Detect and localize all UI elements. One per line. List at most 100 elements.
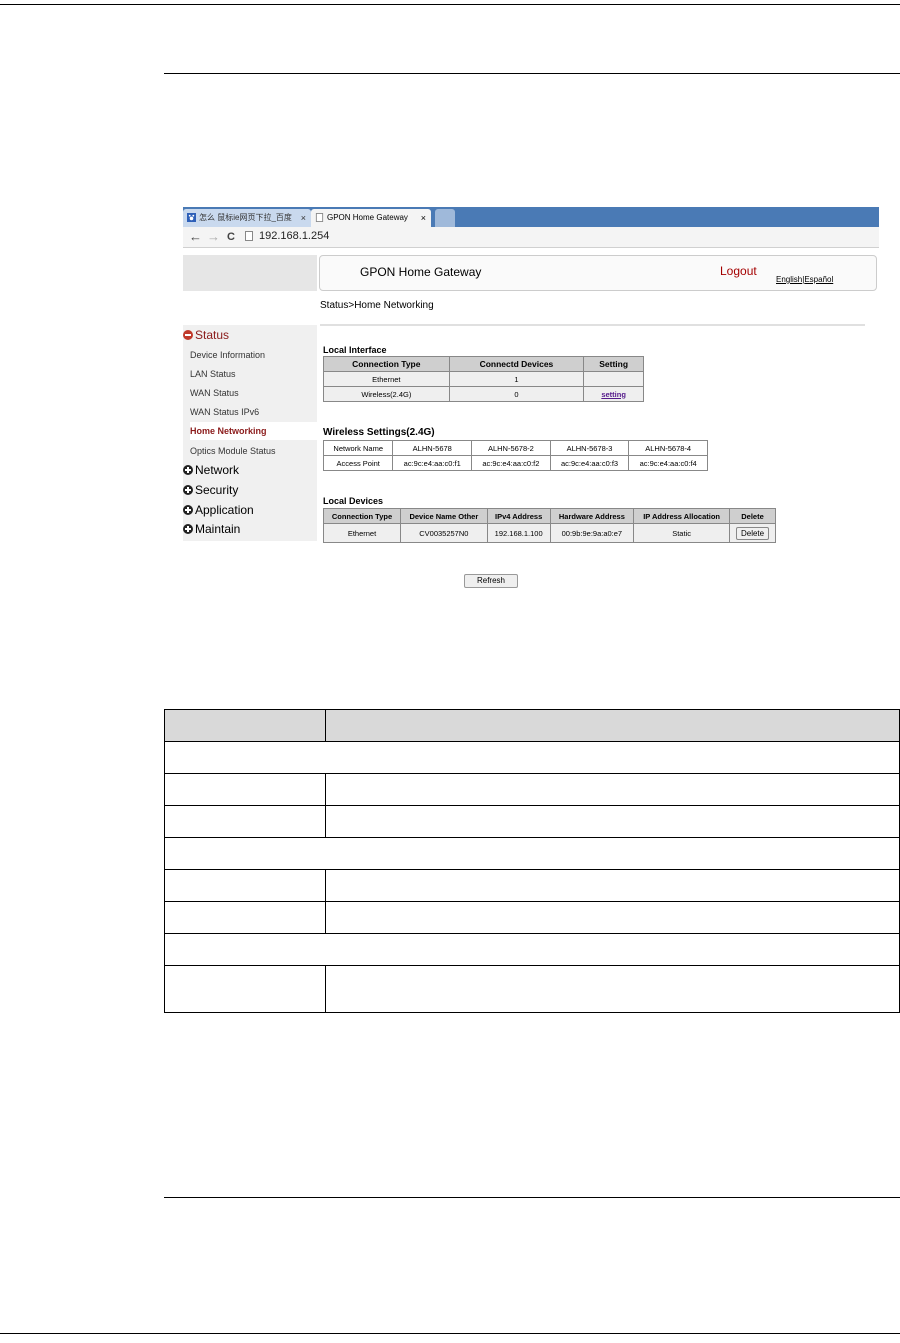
cell: Wireless(2.4G) [323, 386, 450, 402]
gateway-screenshot: 怎么 鼠标ie网页下拉_百度 × GPON Home Gateway × ← →… [183, 207, 879, 602]
tab-label: 怎么 鼠标ie网页下拉_百度 [199, 213, 292, 222]
table-row: Wireless(2.4G) 0 setting [323, 386, 644, 402]
menu-maintain-label: Maintain [195, 522, 241, 536]
col-hardware-address: Hardware Address [549, 508, 635, 524]
collapse-icon [183, 330, 193, 340]
cell: 0 [448, 386, 585, 402]
expand-icon [183, 485, 193, 495]
tab-close-icon[interactable]: × [301, 209, 306, 227]
cell: Access Point [322, 455, 394, 471]
tab-gpon[interactable]: GPON Home Gateway × [311, 209, 431, 227]
menu-application[interactable]: Application [183, 501, 254, 519]
col-ipv4-address: IPv4 Address [486, 508, 551, 524]
col-device-name: Device Name Other [399, 508, 488, 524]
table-row [164, 933, 900, 966]
cell [583, 371, 644, 387]
menu-security[interactable]: Security [183, 481, 238, 499]
cell [164, 901, 326, 934]
menu-status[interactable]: Status [183, 326, 229, 344]
bottom-rule [0, 1333, 900, 1334]
delete-button[interactable]: Delete [735, 526, 770, 540]
cell: 00:9b:9e:9a:a0:e7 [549, 523, 635, 543]
group-cell [164, 741, 900, 774]
menu-optics-module-status[interactable]: Optics Module Status [190, 442, 276, 460]
language-links: English|Español [776, 275, 833, 284]
cell: 192.168.1.100 [486, 523, 551, 543]
baidu-paw-icon [187, 213, 196, 222]
new-tab-button[interactable] [435, 209, 455, 227]
table-row [164, 773, 900, 806]
forward-arrow-icon[interactable]: → [207, 229, 220, 245]
cell: ac:9c:e4:aa:c0:f3 [549, 455, 630, 471]
gateway-header: GPON Home Gateway Logout English|Español [319, 255, 877, 291]
menu-device-information[interactable]: Device Information [190, 346, 265, 364]
menu-wan-status-ipv6[interactable]: WAN Status IPv6 [190, 403, 259, 421]
menu-application-label: Application [195, 503, 254, 517]
gateway-title: GPON Home Gateway [360, 265, 482, 279]
document-table [164, 709, 900, 1013]
content-divider [320, 324, 865, 326]
expand-icon [183, 505, 193, 515]
menu-network-label: Network [195, 463, 240, 477]
col-ip-allocation: IP Address Allocation [633, 508, 731, 524]
cell: ALHN-5678-4 [628, 440, 708, 456]
cell: Ethernet [323, 371, 450, 387]
table-header-row: Connection Type Device Name Other IPv4 A… [323, 508, 776, 524]
setting-link[interactable]: setting [601, 390, 626, 399]
cell [325, 773, 900, 806]
cell: 1 [448, 371, 585, 387]
header-rule [164, 73, 900, 74]
menu-maintain[interactable]: Maintain [183, 520, 240, 538]
col-connection-type: Connection Type [323, 356, 450, 372]
wireless-settings-title: Wireless Settings(2.4G) [323, 427, 435, 438]
cell: ac:9c:e4:aa:c0:f1 [392, 455, 473, 471]
tab-label: GPON Home Gateway [327, 213, 408, 222]
cell: CV0035257N0 [399, 523, 488, 543]
menu-network[interactable]: Network [183, 461, 239, 479]
wireless-settings-table: Network Name ALHN-5678 ALHN-5678-2 ALHN-… [322, 440, 708, 471]
table-row: Access Point ac:9c:e4:aa:c0:f1 ac:9c:e4:… [322, 455, 708, 471]
table-row [164, 869, 900, 902]
cell: ALHN-5678-3 [549, 440, 630, 456]
tab-close-icon[interactable]: × [421, 209, 426, 227]
cell: ac:9c:e4:aa:c0:f4 [628, 455, 708, 471]
cell [325, 901, 900, 934]
address-bar: ← → C 192.168.1.254 [183, 227, 879, 248]
cell [164, 965, 326, 1013]
cell: Static [633, 523, 731, 543]
reload-icon[interactable]: C [227, 229, 235, 245]
menu-security-label: Security [195, 483, 239, 497]
menu-home-networking[interactable]: Home Networking [190, 422, 317, 440]
cell [164, 869, 326, 902]
cell [325, 805, 900, 838]
cell: Network Name [322, 440, 394, 456]
header-cell [164, 709, 326, 742]
table-row [164, 901, 900, 934]
table-header-row: Connection Type Connectd Devices Setting [323, 356, 644, 372]
header-cell [325, 709, 900, 742]
table-row [164, 965, 900, 1013]
tab-baidu[interactable]: 怎么 鼠标ie网页下拉_百度 × [183, 209, 311, 227]
local-interface-title: Local Interface [323, 345, 387, 355]
expand-icon [183, 524, 193, 534]
table-row: Ethernet CV0035257N0 192.168.1.100 00:9b… [323, 523, 776, 543]
menu-wan-status[interactable]: WAN Status [190, 384, 239, 402]
local-interface-table: Connection Type Connectd Devices Setting… [323, 356, 644, 402]
lang-english-link[interactable]: English [776, 275, 802, 284]
refresh-button[interactable]: Refresh [464, 574, 518, 588]
sidebar-header [183, 255, 317, 291]
menu-lan-status[interactable]: LAN Status [190, 365, 236, 383]
table-row [164, 837, 900, 870]
lang-espanol-link[interactable]: Español [804, 275, 833, 284]
browser-tab-bar: 怎么 鼠标ie网页下拉_百度 × GPON Home Gateway × [183, 207, 879, 227]
col-setting: Setting [583, 356, 644, 372]
cell [164, 805, 326, 838]
back-arrow-icon[interactable]: ← [189, 229, 202, 245]
top-rule [0, 4, 900, 5]
local-devices-table: Connection Type Device Name Other IPv4 A… [323, 508, 776, 543]
logout-link[interactable]: Logout [720, 264, 757, 278]
table-row [164, 741, 900, 774]
url-input[interactable]: 192.168.1.254 [243, 229, 873, 244]
cell: ALHN-5678-2 [471, 440, 551, 456]
sidebar-menu: Status Device Information LAN Status WAN… [183, 325, 317, 541]
